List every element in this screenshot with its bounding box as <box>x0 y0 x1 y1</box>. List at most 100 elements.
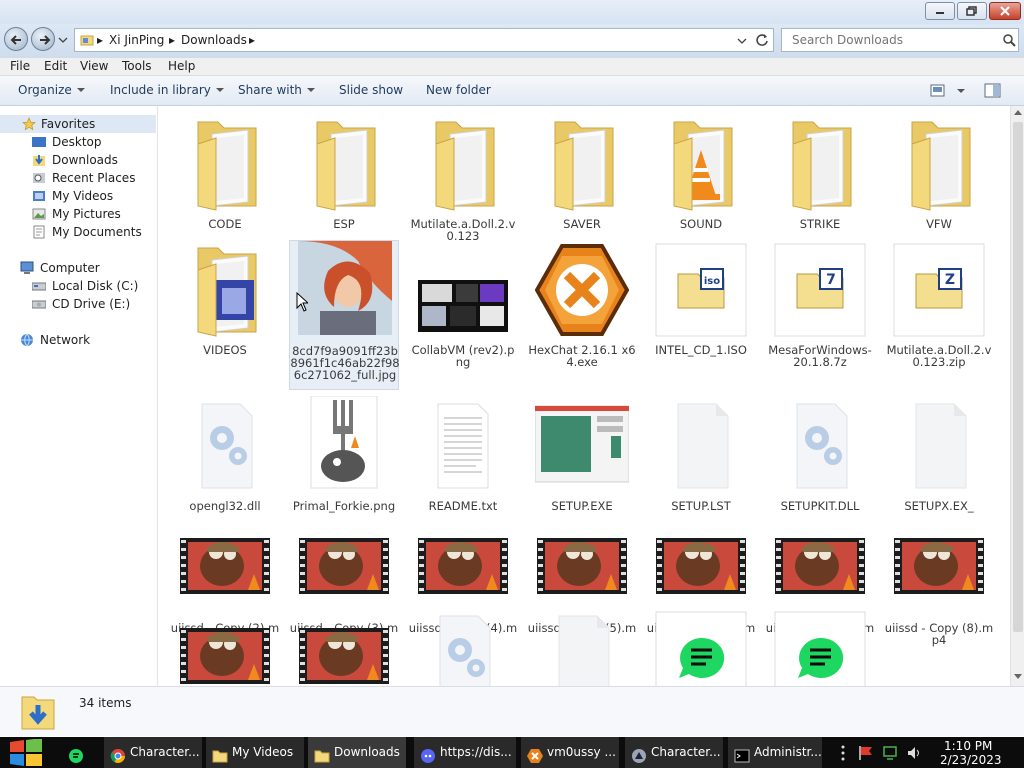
search-icon[interactable] <box>1002 33 1016 47</box>
network-tray-icon[interactable] <box>882 745 900 761</box>
breadcrumb-separator-icon: ▸ <box>249 33 256 47</box>
desktop-icon <box>32 137 46 147</box>
new-folder-button[interactable]: New folder <box>426 83 491 97</box>
menu-view[interactable]: View <box>80 59 108 73</box>
nav-my-pictures[interactable]: My Pictures <box>32 205 156 223</box>
blank-icon <box>892 396 986 496</box>
breadcrumb-user[interactable]: Xi JinPing <box>109 33 164 47</box>
menu-edit[interactable]: Edit <box>44 59 67 73</box>
file-item[interactable] <box>765 608 875 686</box>
taskbar-button[interactable]: https://dis... <box>414 737 516 768</box>
file-item[interactable] <box>170 608 280 686</box>
nav-favorites[interactable]: Favorites <box>0 115 156 133</box>
file-item[interactable] <box>289 608 399 686</box>
taskbar-button[interactable]: Administr... <box>728 737 822 768</box>
change-view-icon[interactable] <box>930 84 946 98</box>
video-icon <box>535 518 629 618</box>
file-name: Mutilate.a.Doll.2.v0.123 <box>410 217 516 243</box>
clock-date[interactable]: 2/23/2023 <box>940 753 1002 767</box>
file-name: SAVER <box>563 217 601 231</box>
search-box[interactable] <box>781 28 1019 52</box>
file-item[interactable]: 7 MesaForWindows-20.1.8.7z <box>765 240 875 390</box>
video-icon <box>892 518 986 618</box>
restore-button[interactable] <box>957 2 987 20</box>
include-in-library-button[interactable]: Include in library <box>110 83 224 97</box>
taskbar-button-label: My Videos <box>232 745 294 759</box>
video-icon <box>297 518 391 618</box>
nav-computer[interactable]: Computer <box>20 259 156 277</box>
taskbar-button[interactable]: Character... <box>104 737 202 768</box>
share-with-button[interactable]: Share with <box>238 83 315 97</box>
nav-desktop-label: Desktop <box>52 135 102 149</box>
taskbar-button[interactable]: Character... <box>625 737 723 768</box>
file-item[interactable]: 8cd7f9a9091ff23b8961f1c46ab22f986c271062… <box>289 240 400 390</box>
menu-help[interactable]: Help <box>168 59 195 73</box>
file-name: SETUPKIT.DLL <box>780 499 860 513</box>
back-button[interactable] <box>4 27 28 51</box>
nav-my-videos[interactable]: My Videos <box>32 187 156 205</box>
scroll-up-icon[interactable] <box>1014 109 1022 115</box>
file-name: ESP <box>333 217 355 231</box>
file-item[interactable] <box>527 608 637 686</box>
search-input[interactable] <box>790 32 990 48</box>
nav-network[interactable]: Network <box>20 331 156 349</box>
archive-iso-icon: iso <box>654 240 748 340</box>
title-bar <box>0 0 1024 24</box>
taskbar-button-label: Character... <box>651 745 721 759</box>
file-item[interactable]: HexChat 2.16.1 x64.exe <box>527 240 637 390</box>
menu-bar: File Edit View Tools Help <box>0 58 1024 76</box>
organize-button[interactable]: Organize <box>18 83 85 97</box>
taskbar-button[interactable]: My Videos <box>206 737 304 768</box>
address-dropdown-icon[interactable] <box>737 37 747 45</box>
menu-tools[interactable]: Tools <box>122 59 152 73</box>
nav-cd-drive[interactable]: CD Drive (E:) <box>32 295 156 313</box>
nav-desktop[interactable]: Desktop <box>32 133 156 151</box>
flag-icon[interactable] <box>858 745 874 761</box>
clock-time[interactable]: 1:10 PM <box>944 739 992 753</box>
network-icon <box>21 333 33 347</box>
file-name: SETUP.LST <box>671 499 731 513</box>
nav-downloads[interactable]: Downloads <box>32 151 156 169</box>
scroll-down-icon[interactable] <box>1014 674 1022 680</box>
nav-my-documents[interactable]: My Documents <box>32 223 156 241</box>
volume-icon[interactable] <box>906 745 922 761</box>
restore-icon <box>966 6 977 16</box>
taskbar-button[interactable]: Downloads <box>308 737 406 768</box>
start-button[interactable] <box>0 737 50 768</box>
menu-file[interactable]: File <box>10 59 30 73</box>
nav-recent-places[interactable]: Recent Places <box>32 169 156 187</box>
green-chat-icon <box>68 745 84 763</box>
vertical-scrollbar[interactable] <box>1010 106 1024 686</box>
minimize-button[interactable] <box>925 2 955 20</box>
folder-icon <box>178 114 272 214</box>
dll-icon <box>416 608 510 686</box>
refresh-icon[interactable] <box>755 33 769 47</box>
file-item[interactable] <box>646 608 756 686</box>
star-icon <box>22 117 36 131</box>
close-icon <box>1000 6 1010 16</box>
taskbar-button[interactable]: vm0ussy ... <box>521 737 619 768</box>
file-item[interactable] <box>408 608 518 686</box>
scrollbar-thumb[interactable] <box>1013 122 1023 632</box>
recent-pages-chevron-icon[interactable] <box>58 36 68 44</box>
file-name: VIDEOS <box>203 343 247 357</box>
chat-green-icon <box>654 608 748 686</box>
breadcrumb-downloads[interactable]: Downloads <box>181 33 247 47</box>
preview-pane-icon[interactable] <box>984 83 1002 99</box>
file-item[interactable]: uiissd - Copy (8).mp4 <box>884 518 994 668</box>
taskbar-button[interactable] <box>62 737 96 768</box>
app-icon <box>631 745 647 763</box>
forward-button[interactable] <box>31 27 55 51</box>
close-button[interactable] <box>989 2 1021 20</box>
organize-label: Organize <box>18 83 72 97</box>
file-item[interactable]: iso INTEL_CD_1.ISO <box>646 240 756 390</box>
file-item[interactable]: Z Mutilate.a.Doll.2.v0.123.zip <box>884 240 994 390</box>
address-bar[interactable]: ▸ Xi JinPing ▸ Downloads ▸ <box>74 28 774 52</box>
view-options-chevron-icon[interactable] <box>957 89 965 93</box>
forward-arrow-icon <box>40 35 51 45</box>
file-item[interactable]: CollabVM (rev2).png <box>408 240 518 390</box>
file-item[interactable]: VIDEOS <box>170 240 280 390</box>
nav-local-disk[interactable]: Local Disk (C:) <box>32 277 156 295</box>
slide-show-button[interactable]: Slide show <box>339 83 403 97</box>
more-icon[interactable] <box>840 745 846 761</box>
